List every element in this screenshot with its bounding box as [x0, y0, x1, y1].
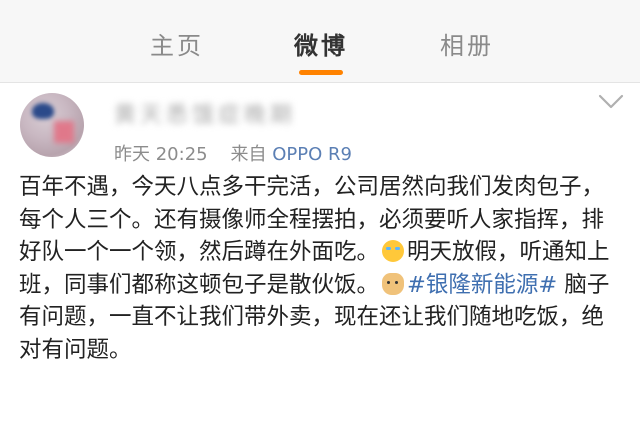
username[interactable]: 黄天悉饿症晚期 — [114, 97, 314, 128]
via-label: 来自 — [230, 144, 267, 165]
post-meta: 昨天 20:25 来自 OPPO R9 — [114, 140, 352, 166]
post-text: 百年不遇，今天八点多干完活，公司居然向我们发肉包子，每个人三个。还有摄像师全程摆… — [19, 171, 624, 367]
topic-link[interactable]: #银隆新能源# — [407, 272, 557, 298]
weibo-post-card: 黄天悉饿症晚期 昨天 20:25 来自 OPPO R9 百年不遇，今天八点多干完… — [0, 83, 640, 447]
doge-icon — [382, 272, 405, 295]
profile-tab-bar: 主页 微博 相册 — [0, 0, 640, 83]
active-tab-indicator — [299, 70, 343, 75]
tab-home[interactable]: 主页 — [150, 26, 204, 61]
post-time: 昨天 20:25 — [114, 144, 208, 165]
avatar[interactable] — [20, 93, 84, 157]
chevron-down-icon[interactable] — [598, 93, 624, 111]
tab-album[interactable]: 相册 — [440, 26, 494, 61]
post-source[interactable]: OPPO R9 — [272, 144, 352, 165]
tab-weibo[interactable]: 微博 — [294, 26, 348, 61]
cry-laugh-icon — [382, 240, 405, 263]
